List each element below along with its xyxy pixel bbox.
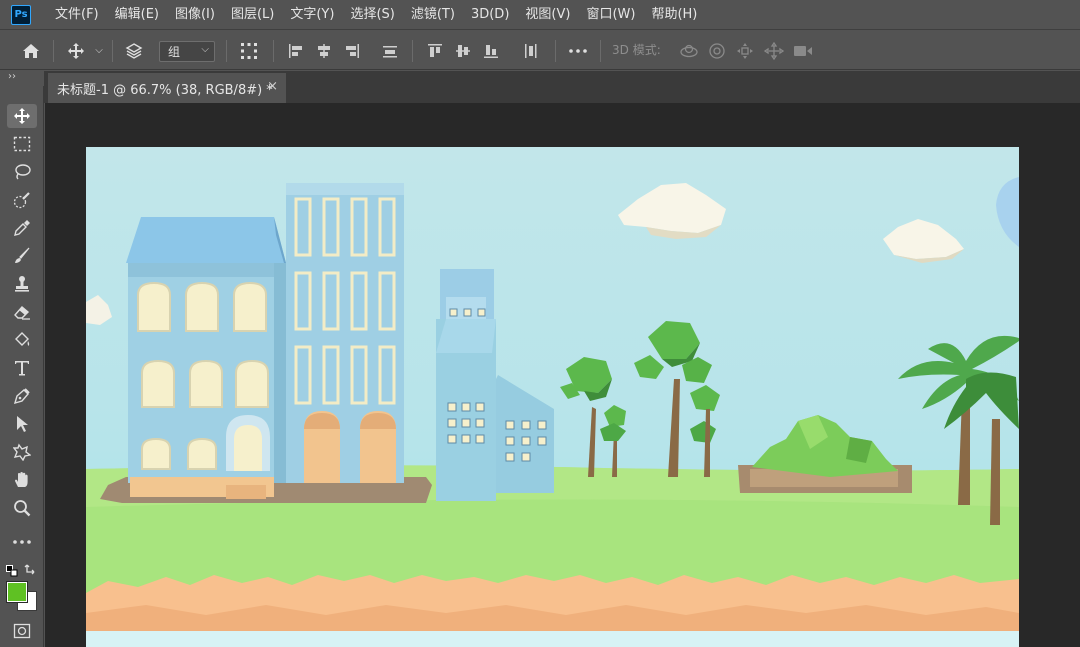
document-tab[interactable]: 未标题-1 @ 66.7% (38, RGB/8#) * × (48, 73, 286, 103)
separator (226, 40, 227, 62)
tree-small-mid (600, 405, 626, 477)
auto-select-dropdown[interactable]: 组 ⌵ (159, 41, 215, 62)
separator (600, 40, 601, 62)
foreground-color-swatch[interactable] (6, 581, 28, 603)
eraser-tool-icon[interactable] (7, 300, 37, 324)
bush-planter (738, 415, 912, 493)
align-right-icon[interactable] (340, 31, 364, 70)
menu-file[interactable]: 文件(F) (47, 0, 107, 30)
move-icon[interactable] (64, 31, 88, 70)
layers-select-icon[interactable] (121, 31, 147, 70)
tree-small-left (560, 357, 612, 477)
brush-tool-icon[interactable] (7, 244, 37, 268)
pen-tool-icon[interactable] (7, 384, 37, 408)
separator (555, 40, 556, 62)
type-tool-icon[interactable] (7, 356, 37, 380)
menu-bar: Ps 文件(F) 编辑(E) 图像(I) 图层(L) 文字(Y) 选择(S) 滤… (0, 0, 1080, 30)
scene-illustration (86, 177, 1019, 647)
cloud-right (883, 219, 964, 263)
cloud-center (618, 183, 726, 239)
quick-mask-icon[interactable] (7, 619, 37, 643)
left-building (126, 217, 288, 499)
move-tool-dropdown-icon[interactable]: ⌵ (92, 31, 106, 70)
paint-bucket-tool-icon[interactable] (7, 328, 37, 352)
menu-help[interactable]: 帮助(H) (643, 0, 705, 30)
orbit-3d-icon[interactable] (677, 31, 701, 70)
menu-3d[interactable]: 3D(D) (463, 0, 517, 30)
shape-tool-icon[interactable] (7, 440, 37, 464)
transform-controls-icon[interactable] (236, 31, 262, 70)
home-icon[interactable] (18, 31, 44, 70)
align-top-icon[interactable] (423, 31, 447, 70)
menu-type[interactable]: 文字(Y) (282, 0, 342, 30)
align-vcenter-icon[interactable] (451, 31, 475, 70)
menu-window[interactable]: 窗口(W) (578, 0, 643, 30)
menu-view[interactable]: 视图(V) (517, 0, 578, 30)
distribute-horizontal-icon[interactable] (378, 31, 402, 70)
cloud-left (86, 295, 112, 325)
align-hcenter-icon[interactable] (312, 31, 336, 70)
quick-select-tool-icon[interactable] (7, 188, 37, 212)
document-canvas[interactable] (86, 147, 1019, 647)
lasso-tool-icon[interactable] (7, 160, 37, 184)
menu-image[interactable]: 图像(I) (167, 0, 223, 30)
marquee-tool-icon[interactable] (7, 132, 37, 156)
hand-tool-icon[interactable] (7, 468, 37, 492)
move-tool-icon[interactable] (7, 104, 37, 128)
menu-select[interactable]: 选择(S) (342, 0, 402, 30)
distribute-vertical-icon[interactable] (518, 31, 542, 70)
eyedropper-tool-icon[interactable] (7, 216, 37, 240)
slide-3d-icon[interactable] (761, 31, 787, 70)
tall-building (286, 183, 404, 483)
menu-filter[interactable]: 滤镜(T) (403, 0, 463, 30)
zoom-tool-icon[interactable] (7, 496, 37, 520)
roll-3d-icon[interactable] (705, 31, 729, 70)
swap-colors-icon[interactable] (24, 560, 38, 575)
pan-3d-icon[interactable] (733, 31, 757, 70)
toolbar-collapse-icon[interactable]: ›› (0, 71, 44, 85)
document-tab-strip: 未标题-1 @ 66.7% (38, RGB/8#) * × (44, 71, 1080, 103)
scale-3d-icon[interactable] (791, 31, 815, 70)
path-select-tool-icon[interactable] (7, 412, 37, 436)
close-icon[interactable]: × (267, 79, 278, 94)
separator (412, 40, 413, 62)
align-bottom-icon[interactable] (479, 31, 503, 70)
separator (53, 40, 54, 62)
stamp-tool-icon[interactable] (7, 272, 37, 296)
default-colors-icon[interactable] (6, 562, 18, 577)
more-tools-icon[interactable] (7, 530, 37, 554)
photoshop-logo-icon: Ps (11, 4, 31, 25)
menu-layer[interactable]: 图层(L) (223, 0, 282, 30)
auto-select-value: 组 (168, 45, 181, 59)
chevron-down-icon: ⌵ (201, 44, 209, 55)
more-icon[interactable] (566, 31, 590, 70)
align-left-icon[interactable] (284, 31, 308, 70)
separator (112, 40, 113, 62)
options-bar: ⌵ 组 ⌵ 3D 模式: (0, 31, 1080, 70)
tree-tall (634, 321, 720, 477)
document-tab-title: 未标题-1 @ 66.7% (38, RGB/8#) * (57, 82, 273, 98)
canvas-workspace[interactable] (45, 103, 1080, 647)
menu-edit[interactable]: 编辑(E) (107, 0, 167, 30)
balloon (996, 177, 1019, 247)
3d-mode-label: 3D 模式: (612, 43, 661, 57)
tools-panel (0, 86, 44, 647)
separator (273, 40, 274, 62)
middle-building (436, 269, 554, 501)
